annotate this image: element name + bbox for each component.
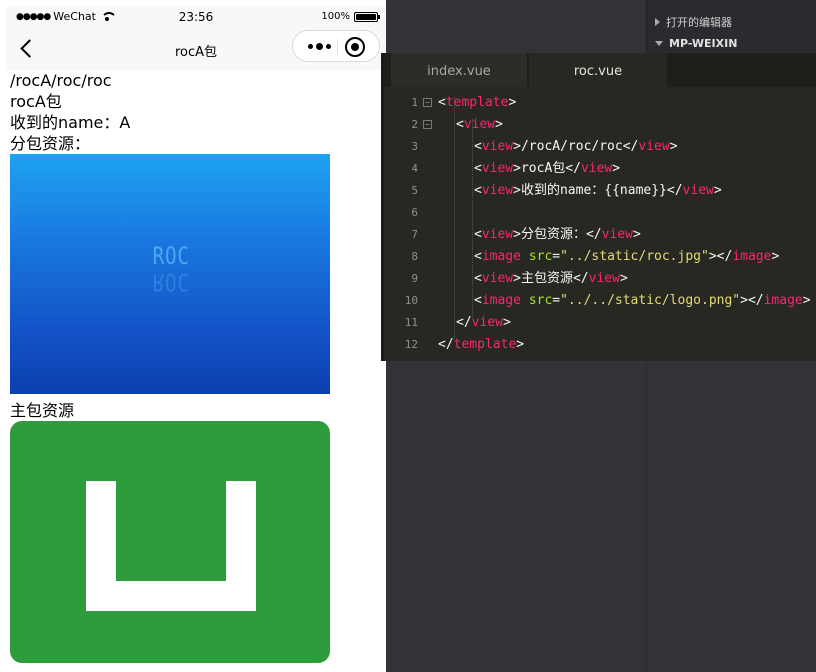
close-mini-program-button[interactable]	[345, 37, 365, 57]
code-text: </view>	[456, 315, 511, 330]
code-text: <view>rocA包</view>	[474, 161, 621, 176]
code-text: <view>主包资源</view>	[474, 271, 628, 286]
chevron-right-icon	[655, 18, 660, 26]
fold-toggle-icon[interactable]: −	[423, 120, 432, 129]
code-line[interactable]: 4 <view>rocA包</view>	[384, 158, 816, 180]
code-text: <view>/rocA/roc/roc</view>	[474, 139, 678, 154]
line-number: 5	[411, 184, 418, 197]
more-menu-button[interactable]	[301, 31, 337, 61]
code-line[interactable]: 12 </template>	[384, 334, 816, 356]
dot-icon	[325, 43, 331, 49]
code-text: <template>	[438, 95, 517, 110]
code-line[interactable]: 10 <image src="../../static/logo.png"></i…	[384, 290, 816, 312]
roc-logo-reflection: ROC	[152, 268, 190, 296]
code-line[interactable]: 8 <image src="../static/roc.jpg"></image>	[384, 246, 816, 268]
package-name-text: rocA包	[10, 92, 62, 111]
received-name-text: 收到的name：A	[10, 113, 131, 132]
line-number: 10	[404, 294, 418, 307]
code-text: </template>	[438, 337, 525, 352]
code-line[interactable]: 9 <view>主包资源</view>	[384, 268, 816, 290]
uniapp-logo-icon	[86, 481, 256, 611]
line-number: 2	[411, 118, 418, 131]
project-label: MP-WEIXIN	[669, 37, 738, 50]
code-text: <image src="../static/roc.jpg"></image>	[474, 249, 780, 264]
capsule-menu	[292, 30, 380, 62]
fold-toggle-icon[interactable]: −	[423, 98, 432, 107]
line-number: 4	[411, 162, 418, 175]
roc-logo-text: ROC	[152, 242, 190, 270]
line-number: 6	[411, 206, 418, 219]
line-number: 7	[411, 228, 418, 241]
code-line[interactable]: 2− <view>	[384, 114, 816, 136]
route-text: /rocA/roc/roc	[10, 71, 112, 90]
capsule-divider	[337, 39, 338, 55]
code-text: <view>分包资源：</view>	[474, 227, 641, 242]
code-text: <image src="../../static/logo.png"></ima…	[474, 293, 811, 308]
line-number: 1	[411, 96, 418, 109]
battery-icon	[354, 12, 380, 22]
page-content: /rocA/roc/roc rocA包 收到的name：A 分包资源： ROC …	[10, 70, 380, 663]
phone-simulator: ●●●●● WeChat 23:56 100% rocA包 /rocA/roc/…	[0, 0, 386, 672]
line-number: 12	[404, 338, 418, 351]
line-number: 9	[411, 272, 418, 285]
open-editors-label: 打开的编辑器	[666, 16, 732, 29]
dot-icon	[307, 43, 313, 49]
editor-tab-bar: index.vue roc.vue	[384, 53, 816, 87]
code-line[interactable]: 3 <view>/rocA/roc/roc</view>	[384, 136, 816, 158]
line-number: 3	[411, 140, 418, 153]
sidebar-item-project[interactable]: MP-WEIXIN	[655, 37, 737, 50]
code-editor: index.vue roc.vue 1− <template> 2− <view> 3 <…	[381, 53, 816, 361]
line-number: 8	[411, 250, 418, 263]
code-line[interactable]: 11 </view>	[384, 312, 816, 334]
code-line[interactable]: 1− <template>	[384, 92, 816, 114]
dot-icon	[315, 42, 323, 50]
subpackage-resource-label: 分包资源：	[10, 134, 91, 153]
code-line[interactable]: 7 <view>分包资源：</view>	[384, 224, 816, 246]
uniapp-logo-image	[10, 421, 330, 663]
phone-status-bar: ●●●●● WeChat 23:56 100%	[6, 6, 386, 28]
explorer-sidebar: 打开的编辑器 MP-WEIXIN	[646, 0, 816, 53]
explorer-empty-area	[646, 361, 816, 672]
mini-program-navbar: rocA包	[6, 28, 386, 70]
code-line[interactable]: 5 <view>收到的name：{{name}}</view>	[384, 180, 816, 202]
code-text: <view>收到的name：{{name}}</view>	[474, 183, 722, 198]
tab-roc-vue[interactable]: roc.vue	[529, 53, 667, 87]
code-text: <view>	[456, 117, 503, 132]
code-area[interactable]: 1− <template> 2− <view> 3 <view>/rocA/roc/roc…	[384, 92, 816, 356]
roc-image: ROC ROC	[10, 154, 330, 394]
sidebar-item-open-editors[interactable]: 打开的编辑器	[655, 14, 732, 30]
tab-index-vue[interactable]: index.vue	[391, 53, 527, 87]
chevron-down-icon	[655, 41, 663, 46]
line-number: 11	[404, 316, 418, 329]
code-line[interactable]: 6	[384, 202, 816, 224]
battery-percent: 100%	[321, 11, 350, 22]
main-package-resource-label: 主包资源	[10, 401, 75, 420]
